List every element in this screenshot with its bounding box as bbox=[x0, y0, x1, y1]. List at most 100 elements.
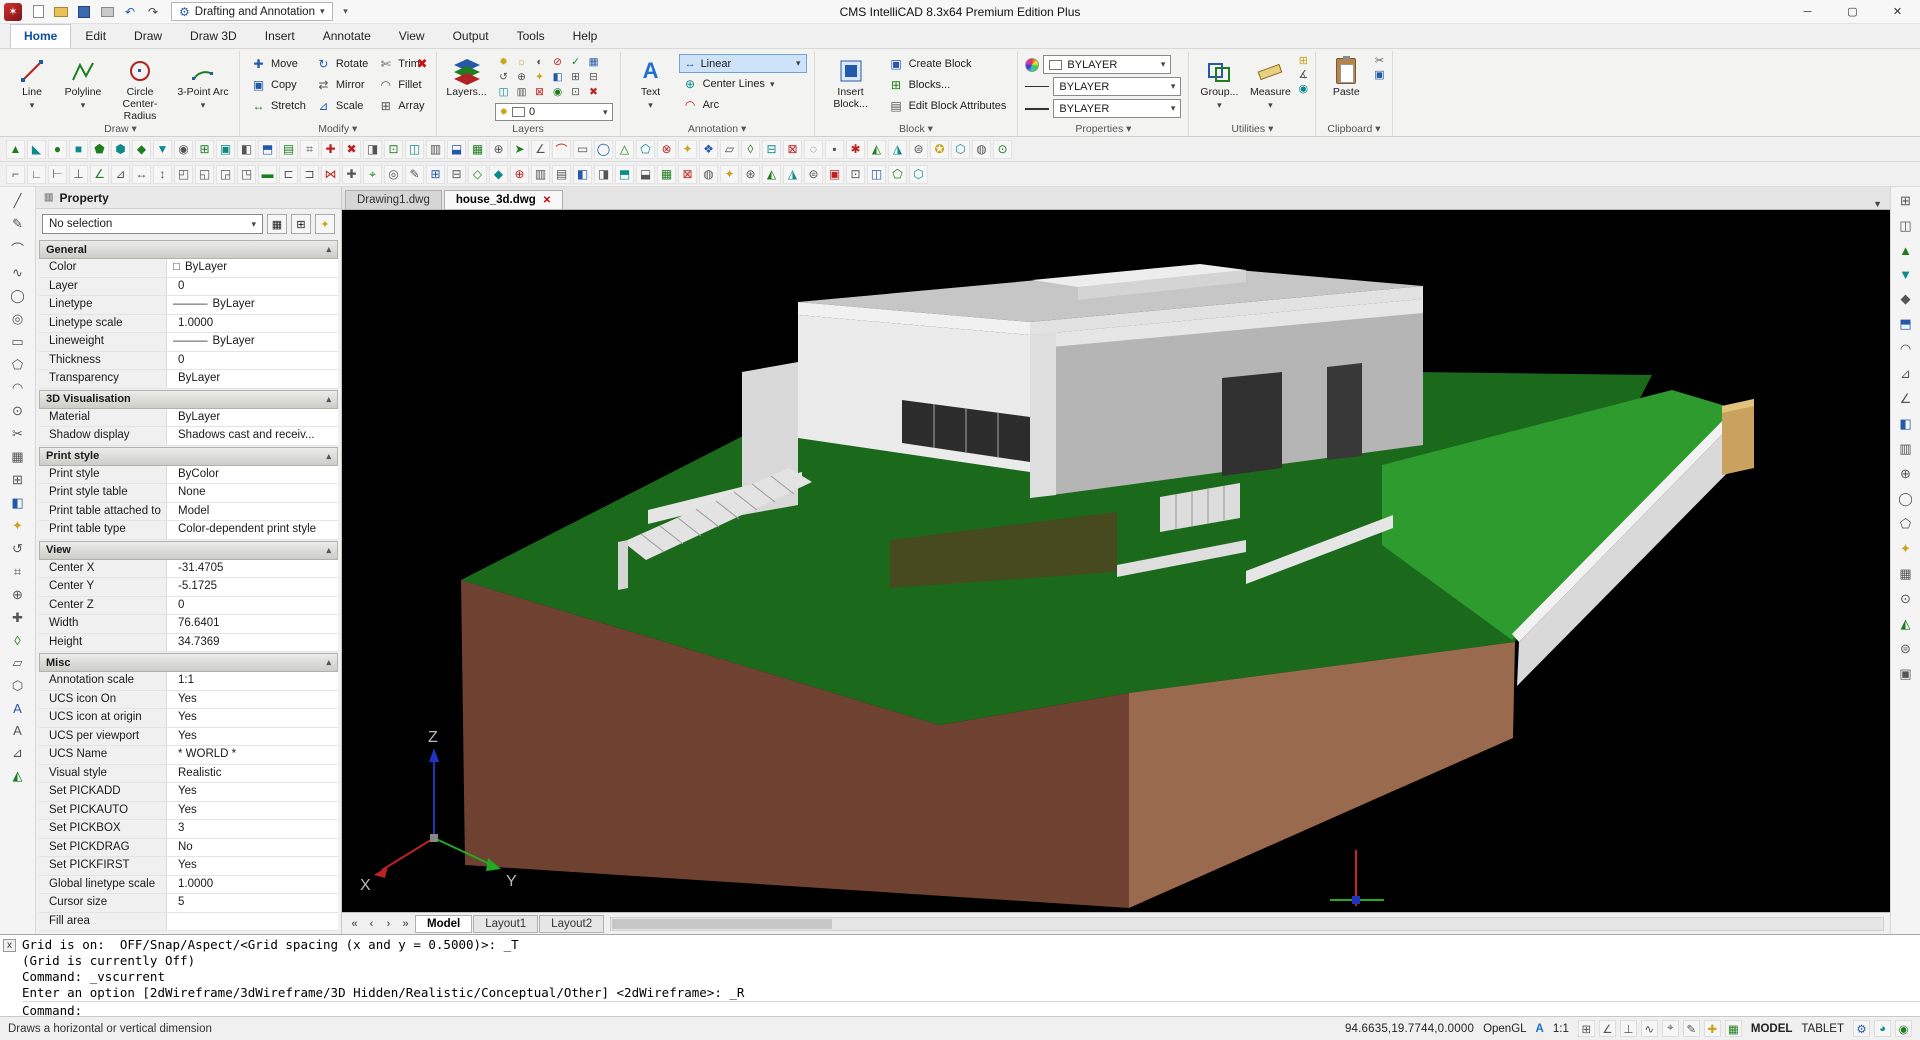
draw-tool-icon[interactable]: ⊿ bbox=[12, 745, 23, 761]
toolbar-icon[interactable]: ◧ bbox=[573, 165, 592, 184]
toolbar-icon[interactable]: ↔ bbox=[132, 165, 151, 184]
toolbar-icon[interactable]: ✖ bbox=[342, 140, 361, 159]
snap-tool-icon[interactable]: ▣ bbox=[1899, 666, 1911, 682]
snap-tool-icon[interactable]: ▲ bbox=[1899, 243, 1912, 258]
property-value[interactable]: ———ByLayer bbox=[167, 333, 338, 351]
arc-annotation-button[interactable]: ◠ Arc bbox=[679, 95, 807, 115]
toolbar-icon[interactable]: ➤ bbox=[510, 140, 529, 159]
tab-tools[interactable]: Tools bbox=[503, 24, 559, 48]
toolbar-icon[interactable]: ◎ bbox=[384, 165, 403, 184]
maximize-button[interactable]: ▢ bbox=[1830, 0, 1875, 24]
draw-tool-icon[interactable]: A bbox=[13, 723, 22, 738]
draw-tool-icon[interactable]: ✦ bbox=[12, 518, 23, 534]
draw-tool-icon[interactable]: ↺ bbox=[12, 541, 23, 557]
toolbar-icon[interactable]: ⊜ bbox=[804, 165, 823, 184]
modify-tool-button[interactable]: ⊿Scale bbox=[312, 96, 372, 116]
color-select[interactable]: BYLAYER ▾ bbox=[1043, 55, 1171, 74]
property-row[interactable]: TransparencyByLayer bbox=[39, 370, 338, 389]
property-value[interactable]: 0 bbox=[167, 278, 338, 296]
toolbar-icon[interactable]: ▪ bbox=[825, 140, 844, 159]
property-row[interactable]: Set PICKBOX3 bbox=[39, 820, 338, 839]
property-row[interactable]: Print table typeColor-dependent print st… bbox=[39, 521, 338, 540]
toolbar-icon[interactable]: ◆ bbox=[489, 165, 508, 184]
toolbar-icon[interactable]: ⬡ bbox=[909, 165, 928, 184]
status-toggle-icon[interactable]: ∿ bbox=[1641, 1020, 1658, 1037]
command-close-icon[interactable]: x bbox=[3, 939, 16, 952]
property-row[interactable]: Layer0 bbox=[39, 278, 338, 297]
toolbar-icon[interactable]: ◨ bbox=[594, 165, 613, 184]
utilities-group-label[interactable]: Utilities ▾ bbox=[1189, 123, 1315, 135]
toolbar-icon[interactable]: ⬒ bbox=[258, 140, 277, 159]
draw-tool-icon[interactable]: ⌗ bbox=[14, 564, 21, 580]
status-toggle-icon[interactable]: ✎ bbox=[1683, 1020, 1700, 1037]
draw-tool-icon[interactable]: A bbox=[13, 701, 22, 716]
property-row[interactable]: UCS icon at originYes bbox=[39, 709, 338, 728]
toolbar-icon[interactable]: ⌒ bbox=[552, 140, 571, 159]
property-row[interactable]: Width76.6401 bbox=[39, 615, 338, 634]
property-row[interactable]: Center Z0 bbox=[39, 597, 338, 616]
toolbar-icon[interactable]: ⬟ bbox=[90, 140, 109, 159]
workspace-selector[interactable]: ⚙ Drafting and Annotation ▾ bbox=[171, 2, 333, 21]
layer-tool-icon[interactable]: ✦ bbox=[531, 71, 549, 83]
tab-draw[interactable]: Draw bbox=[120, 24, 176, 48]
section-header-general[interactable]: General ▴ bbox=[39, 240, 338, 259]
toolbar-icon[interactable]: ▥ bbox=[426, 140, 445, 159]
modify-tool-button[interactable]: ◠Fillet bbox=[374, 75, 428, 95]
draw-tool-icon[interactable]: ◎ bbox=[12, 311, 23, 327]
property-value[interactable]: 3 bbox=[167, 820, 338, 838]
insert-block-button[interactable]: Insert Block... bbox=[822, 54, 880, 111]
toolbar-icon[interactable]: ◫ bbox=[405, 140, 424, 159]
property-row[interactable]: Set PICKADDYes bbox=[39, 783, 338, 802]
property-value[interactable]: ByLayer bbox=[167, 370, 338, 388]
modify-tool-button[interactable]: ↔Stretch bbox=[247, 96, 310, 116]
layer-tool-icon[interactable]: ⊞ bbox=[567, 71, 585, 83]
property-row[interactable]: Fill area bbox=[39, 913, 338, 932]
property-row[interactable]: Lineweight———ByLayer bbox=[39, 333, 338, 352]
property-value[interactable]: 76.6401 bbox=[167, 615, 338, 633]
snap-tool-icon[interactable]: ▼ bbox=[1899, 267, 1912, 282]
layer-select[interactable]: ✹ 0 ▾ bbox=[495, 103, 613, 121]
property-value[interactable]: Realistic bbox=[167, 765, 338, 783]
draw-tool-icon[interactable]: ◧ bbox=[11, 495, 23, 511]
draw-tool-icon[interactable]: ✚ bbox=[12, 610, 23, 626]
property-value[interactable]: -31.4705 bbox=[167, 560, 338, 578]
property-row[interactable]: Center Y-5.1725 bbox=[39, 578, 338, 597]
snap-tool-icon[interactable]: ⊞ bbox=[1900, 193, 1911, 209]
toolbar-icon[interactable]: ↕ bbox=[153, 165, 172, 184]
snap-tool-icon[interactable]: ▥ bbox=[1899, 441, 1911, 457]
toolbar-icon[interactable]: ◫ bbox=[867, 165, 886, 184]
layer-tool-icon[interactable]: ☼ bbox=[513, 56, 531, 68]
status-toggle-icon[interactable]: ▦ bbox=[1725, 1020, 1742, 1037]
layers-group-label[interactable]: Layers bbox=[437, 123, 620, 135]
horizontal-scrollbar[interactable] bbox=[610, 917, 1884, 931]
toolbar-icon[interactable]: ▱ bbox=[720, 140, 739, 159]
draw-group-label[interactable]: Draw ▾ bbox=[2, 123, 239, 135]
close-tab-icon[interactable]: ✕ bbox=[543, 195, 551, 206]
status-toggle-icon[interactable]: ⊞ bbox=[1578, 1020, 1595, 1037]
snap-tool-icon[interactable]: ◯ bbox=[1898, 491, 1913, 507]
property-row[interactable]: Center X-31.4705 bbox=[39, 560, 338, 579]
layer-tool-icon[interactable]: ⊕ bbox=[513, 71, 531, 83]
layer-tool-icon[interactable]: ◧ bbox=[549, 71, 567, 83]
property-value[interactable]: No bbox=[167, 839, 338, 857]
edit-block-attributes-button[interactable]: ▤ Edit Block Attributes bbox=[885, 96, 1011, 116]
toolbar-icon[interactable]: ∟ bbox=[27, 165, 46, 184]
property-row[interactable]: UCS per viewportYes bbox=[39, 728, 338, 747]
toolbar-icon[interactable]: ⬓ bbox=[636, 165, 655, 184]
layer-tool-icon[interactable]: ✖ bbox=[585, 86, 603, 98]
tab-draw3d[interactable]: Draw 3D bbox=[176, 24, 251, 48]
property-row[interactable]: Shadow displayShadows cast and receiv... bbox=[39, 427, 338, 446]
draw-tool-icon[interactable]: ◠ bbox=[12, 380, 23, 396]
property-row[interactable]: Print styleByColor bbox=[39, 466, 338, 485]
property-value[interactable]: Yes bbox=[167, 728, 338, 746]
viewport-canvas[interactable]: Z X Y bbox=[342, 210, 1890, 912]
property-row[interactable]: Thickness0 bbox=[39, 352, 338, 371]
draw-tool-icon[interactable]: ⬡ bbox=[12, 678, 23, 694]
utility-icon[interactable]: ◉ bbox=[1298, 82, 1308, 95]
snap-tool-icon[interactable]: ◠ bbox=[1900, 341, 1911, 357]
status-right-icon[interactable]: ⚙ bbox=[1853, 1020, 1870, 1037]
tab-output[interactable]: Output bbox=[439, 24, 503, 48]
drawing-tab-house3d[interactable]: house_3d.dwg✕ bbox=[444, 190, 563, 209]
minimize-button[interactable]: ─ bbox=[1785, 0, 1830, 24]
tab-home[interactable]: Home bbox=[10, 24, 71, 48]
